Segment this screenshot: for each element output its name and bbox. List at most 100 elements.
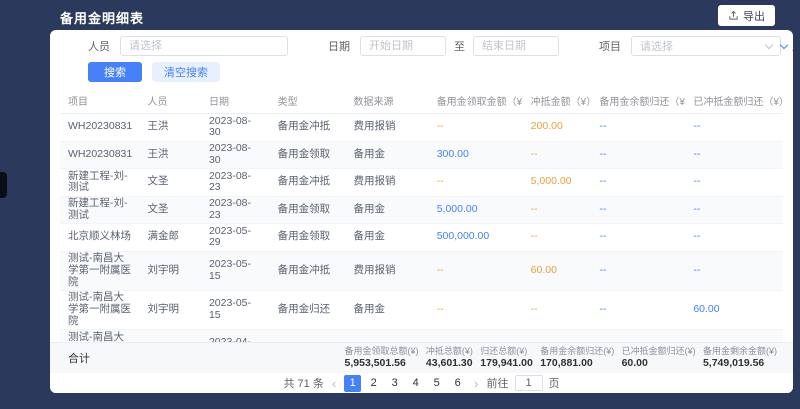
cell-person: 王洪 [140,141,201,169]
cell-date: 2023-08-30 [201,114,270,142]
clear-search-button[interactable]: 清空搜索 [152,62,220,82]
goto-label-suffix: 页 [549,375,560,391]
cell-person: 王洪 [140,114,201,142]
prev-page-button[interactable]: ‹ [330,377,338,390]
page-number-6[interactable]: 6 [449,375,466,392]
page-number-4[interactable]: 4 [407,375,424,392]
page-title: 备用金明细表 [60,8,144,27]
summary-item-label: 冲抵总额(¥) [426,346,473,357]
cell-amount_received: 500,000.00 [429,224,523,252]
cell-type: 备用金领取 [270,196,346,224]
cell-date: 2023-08-30 [201,141,270,169]
cell-offset_returned: -- [685,196,783,224]
summary-item-value: 5,749,019.56 [703,357,777,370]
cell-date: 2023-05-29 [201,224,270,252]
cell-balance_returned: -- [591,196,685,224]
cell-type: 备用金冲抵 [270,251,346,290]
summary-item-label: 备用金余额归还(¥) [540,346,614,357]
summary-item-label: 备用金领取总额(¥) [345,346,419,357]
project-filter-placeholder: 请选择 [640,38,673,54]
cell-balance_returned: -- [591,224,685,252]
summary-item-value: 60.00 [622,357,696,370]
goto-label-prefix: 前往 [487,375,509,391]
content-card: 人员 日期 至 项目 请选择 [50,30,793,393]
summary-item-label: 已冲抵金额归还(¥) [622,346,696,357]
date-start-input[interactable] [360,36,446,56]
column-header-type: 类型 [270,88,346,114]
cell-amount_received: 300.00 [429,141,523,169]
column-header-project: 项目 [60,88,140,114]
table-body: WH20230831王洪2023-08-30备用金冲抵费用报销--200.00-… [60,114,783,343]
cell-date: 2023-05-15 [201,290,270,329]
cell-type: 备用金冲抵 [270,114,346,142]
table-row: 测试-南昌大学第一附属医院刘宇明2023-05-15备用金归还备用金------… [60,290,783,329]
cell-amount_received: 5,000.00 [429,196,523,224]
column-header-offset_returned: 已冲抵金额归还（¥） [685,88,783,114]
cell-source: 备用金 [346,224,429,252]
cell-amount_received: -- [429,251,523,290]
topbar: 备用金明细表 导出 [0,0,800,30]
cell-source: 备用金 [346,290,429,329]
sidebar-collapse-handle[interactable] [0,172,7,198]
person-filter-input[interactable] [120,36,288,56]
search-button[interactable]: 搜索 [88,62,142,82]
page-number-5[interactable]: 5 [428,375,445,392]
summary-item: 归还总额(¥)179,941.00 [480,346,533,370]
cell-offset_returned: -- [685,141,783,169]
cell-offset_returned: -- [685,330,783,343]
export-icon [728,10,739,21]
filter-row: 人员 日期 至 项目 请选择 [88,36,777,56]
person-filter: 人员 [88,36,288,56]
cell-offset_amount: 200.00 [523,114,592,142]
cell-source: 备用金 [346,196,429,224]
cell-balance_returned: -- [591,290,685,329]
date-separator: 至 [454,38,465,54]
cell-project: WH20230831 [60,141,140,169]
cell-offset_amount: -- [523,196,592,224]
cell-offset_returned: -- [685,224,783,252]
date-filter: 日期 至 [328,36,559,56]
page-numbers: 123456 [344,375,466,392]
page-number-2[interactable]: 2 [365,375,382,392]
expand-chevron-icon [780,41,788,49]
summary-item-label: 备用金剩余金额(¥) [703,346,777,357]
cell-balance_returned: -- [591,141,685,169]
table-row: WH20230831王洪2023-08-30备用金冲抵费用报销--200.00-… [60,114,783,142]
expand-filter-link[interactable]: 展开筛选 [781,38,793,54]
page-number-3[interactable]: 3 [386,375,403,392]
project-filter-select[interactable]: 请选择 [631,36,781,56]
table: 项目人员日期类型数据来源备用金领取金额（¥）冲抵金额（¥）备用金余额归还（¥）已… [50,88,793,342]
summary-item-value: 170,881.00 [540,357,614,370]
next-page-button[interactable]: › [472,377,480,390]
page-number-1[interactable]: 1 [344,375,361,392]
table-row: 北京顺义林场满金郎2023-05-29备用金领取备用金500,000.00---… [60,224,783,252]
summary-label: 合计 [68,350,90,366]
cell-project: 北京顺义林场 [60,224,140,252]
cell-source: 费用报销 [346,114,429,142]
cell-date: 2023-04-20 [201,330,270,343]
cell-person: 刘宇明 [140,251,201,290]
cell-type: 备用金领取 [270,330,346,343]
chevron-down-icon [765,40,773,48]
cell-balance_returned: -- [591,251,685,290]
summary-item: 备用金领取总额(¥)5,953,501.56 [345,346,419,370]
cell-project: 测试-南昌大学第一附属医院 [60,290,140,329]
cell-amount_received: -- [429,114,523,142]
pagination-total: 共 71 条 [283,375,323,391]
summary-item-value: 43,601.30 [426,357,473,370]
project-filter: 项目 请选择 [599,36,781,56]
cell-date: 2023-08-23 [201,169,270,197]
summary-item: 已冲抵金额归还(¥)60.00 [622,346,696,370]
filter-bar: 人员 日期 至 项目 请选择 [50,30,793,88]
date-filter-label: 日期 [328,38,350,54]
goto-page-input[interactable] [515,375,543,391]
cell-type: 备用金冲抵 [270,169,346,197]
cell-balance_returned: -- [591,169,685,197]
table-row: 测试-南昌大学第一附属医院邵梦泽2023-04-20备用金领取备用金500.00… [60,330,783,343]
cell-source: 费用报销 [346,251,429,290]
cell-person: 刘宇明 [140,290,201,329]
export-button[interactable]: 导出 [718,5,775,26]
date-end-input[interactable] [473,36,559,56]
cell-offset_returned: -- [685,251,783,290]
cell-project: 测试-南昌大学第一附属医院 [60,251,140,290]
